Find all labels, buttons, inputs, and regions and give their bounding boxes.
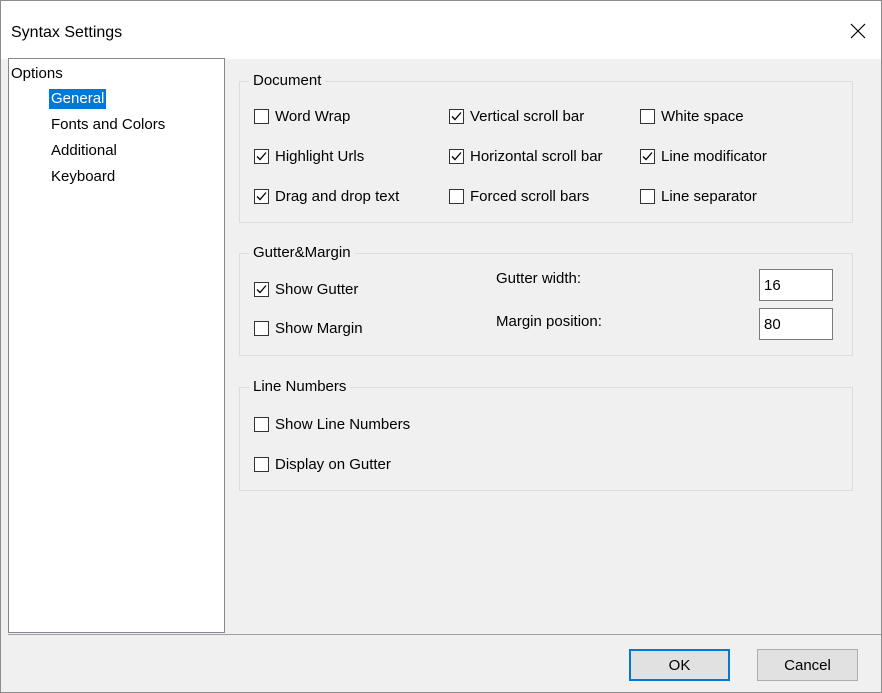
tree-item-general[interactable]: General (49, 89, 107, 109)
show-line-numbers-checkbox[interactable]: Show Line Numbers (254, 416, 410, 433)
checkbox-box (254, 189, 269, 204)
line-numbers-group-title: Line Numbers (249, 377, 351, 397)
checkbox-box (640, 189, 655, 204)
checkbox-label: Show Gutter (275, 281, 359, 298)
close-icon (850, 23, 866, 39)
show-gutter-checkbox[interactable]: Show Gutter (254, 281, 358, 298)
checkbox-box (640, 109, 655, 124)
check-icon (256, 152, 267, 161)
forced-scroll-bars-checkbox[interactable]: Forced scroll bars (449, 188, 589, 205)
checkbox-box (254, 149, 269, 164)
title-bar: Syntax Settings (1, 1, 881, 59)
gutter-margin-group-title: Gutter&Margin (249, 243, 355, 263)
tree-item-additional[interactable]: Additional (49, 141, 119, 161)
checkbox-label: Display on Gutter (275, 456, 391, 473)
document-group-title: Document (249, 71, 326, 91)
checkbox-label: Line separator (661, 188, 757, 205)
close-button[interactable] (835, 9, 881, 53)
cancel-button[interactable]: Cancel (757, 649, 858, 681)
word-wrap-checkbox[interactable]: Word Wrap (254, 108, 350, 125)
check-icon (256, 192, 267, 201)
checkbox-box (254, 457, 269, 472)
drag-and-drop-text-checkbox[interactable]: Drag and drop text (254, 188, 399, 205)
checkbox-label: Show Margin (275, 320, 363, 337)
dialog-title: Syntax Settings (11, 24, 123, 41)
check-icon (451, 112, 462, 121)
vertical-scroll-bar-checkbox[interactable]: Vertical scroll bar (449, 108, 584, 125)
gutter-width-input[interactable] (759, 269, 833, 301)
checkbox-label: Forced scroll bars (470, 188, 590, 205)
checkbox-box (640, 149, 655, 164)
ok-button[interactable]: OK (629, 649, 730, 681)
gutter-margin-group: Gutter&Margin Show Gutter Show Margin Gu… (239, 243, 853, 356)
margin-position-input[interactable] (759, 308, 833, 340)
checkbox-label: Word Wrap (275, 108, 351, 125)
checkbox-label: Show Line Numbers (275, 416, 411, 433)
tree-item-fonts-and-colors[interactable]: Fonts and Colors (49, 115, 167, 135)
tree-item-keyboard[interactable]: Keyboard (49, 167, 117, 187)
checkbox-box (254, 109, 269, 124)
checkbox-box (254, 282, 269, 297)
options-tree[interactable]: Options General Fonts and Colors Additio… (8, 58, 225, 633)
checkbox-box (449, 189, 464, 204)
line-numbers-group: Line Numbers Show Line Numbers Display o… (239, 377, 853, 491)
display-on-gutter-checkbox[interactable]: Display on Gutter (254, 456, 391, 473)
checkbox-box (449, 149, 464, 164)
checkbox-label: Drag and drop text (275, 188, 400, 205)
tree-root-options[interactable]: Options (11, 65, 63, 82)
syntax-settings-dialog: Syntax Settings Options General Fonts an… (0, 0, 882, 693)
line-modificator-checkbox[interactable]: Line modificator (640, 148, 767, 165)
checkbox-label: Highlight Urls (275, 148, 365, 165)
horizontal-scroll-bar-checkbox[interactable]: Horizontal scroll bar (449, 148, 603, 165)
checkbox-label: White space (661, 108, 744, 125)
document-group: Document Word Wrap Vertical scroll bar W… (239, 71, 853, 223)
checkbox-label: Vertical scroll bar (470, 108, 585, 125)
checkbox-label: Line modificator (661, 148, 767, 165)
dialog-footer: OK Cancel (8, 634, 881, 692)
line-separator-checkbox[interactable]: Line separator (640, 188, 757, 205)
check-icon (451, 152, 462, 161)
check-icon (642, 152, 653, 161)
gutter-width-label: Gutter width: (496, 270, 582, 287)
show-margin-checkbox[interactable]: Show Margin (254, 320, 363, 337)
checkbox-box (254, 417, 269, 432)
margin-position-label: Margin position: (496, 313, 602, 330)
checkbox-box (449, 109, 464, 124)
checkbox-box (254, 321, 269, 336)
checkbox-label: Horizontal scroll bar (470, 148, 603, 165)
highlight-urls-checkbox[interactable]: Highlight Urls (254, 148, 364, 165)
check-icon (256, 285, 267, 294)
white-space-checkbox[interactable]: White space (640, 108, 744, 125)
